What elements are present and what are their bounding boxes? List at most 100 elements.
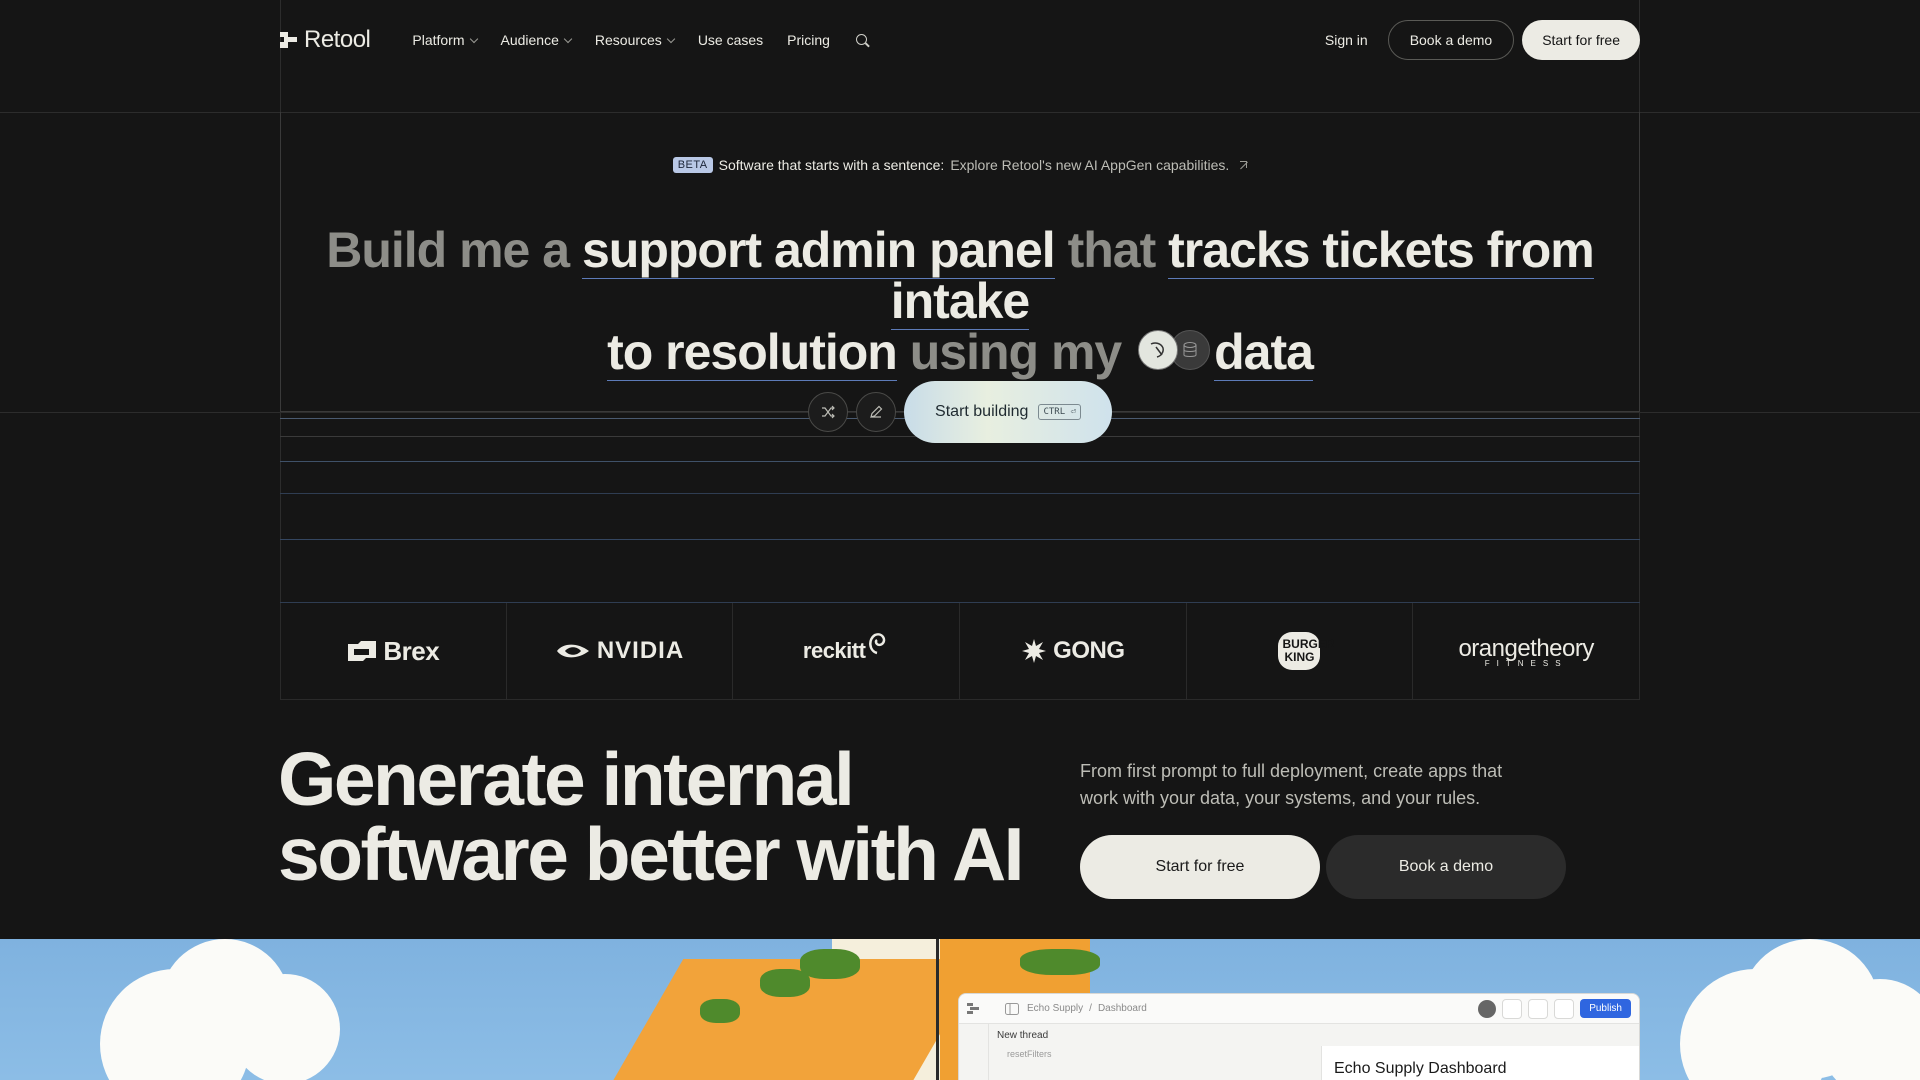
nav-pricing[interactable]: Pricing [787, 32, 830, 48]
publish-button[interactable]: Publish [1580, 999, 1631, 1018]
logo-brex: Brex [280, 603, 507, 699]
nav-resources[interactable]: Resources [594, 32, 676, 48]
headline-highlight[interactable]: support admin panel [581, 222, 1056, 279]
logo-reckitt: reckitt [733, 603, 960, 699]
section-subcopy: From first prompt to full deployment, cr… [1080, 761, 1503, 808]
retool-app-icon [967, 1002, 979, 1014]
cloud-shape [230, 974, 340, 1080]
foliage-shape [760, 969, 810, 997]
start-building-label: Start building [935, 403, 1029, 420]
logo-orangetheory: orangetheory FITNESS [1413, 603, 1640, 699]
search-icon[interactable] [855, 34, 870, 48]
thread-title: New thread [997, 1030, 1049, 1041]
start-free-button[interactable]: Start for free [1522, 20, 1640, 60]
chevron-down-icon [666, 34, 676, 43]
app-breadcrumb: Echo Supply / Dashboard [1027, 1003, 1147, 1014]
announcement-strong: Software that starts with a sentence: [718, 157, 945, 173]
section-title-line1: Generate internal [278, 737, 855, 821]
logo-burger-king: BURGER KING [1187, 603, 1414, 699]
announcement-bar[interactable]: BETA Software that starts with a sentenc… [0, 157, 1920, 173]
nav-platform[interactable]: Platform [412, 32, 478, 48]
start-building-button[interactable]: Start building CTRL ⏎ [904, 381, 1112, 443]
section-title-line2: software better with AI [278, 812, 1025, 896]
customer-logos: Brex NVIDIA reckitt GONG BURGER KING oran… [280, 602, 1640, 700]
postgres-icon [1138, 329, 1179, 370]
nav-audience-label: Audience [500, 32, 559, 48]
retool-logo[interactable]: Retool [280, 26, 371, 54]
announcement-link[interactable]: Explore Retool's new AI AppGen capabilit… [950, 157, 1229, 173]
data-source-icons[interactable] [1138, 329, 1211, 370]
headline-text: using my [896, 324, 1135, 380]
nvidia-wordmark: NVIDIA [596, 637, 685, 664]
headline-text: that [1054, 222, 1169, 278]
preview-button[interactable] [1554, 998, 1575, 1019]
section-title: Generate internal software better with A… [278, 742, 1025, 892]
section-ctas: Start for free Book a demo [1080, 835, 1566, 899]
burger-king-badge: BURGER KING [1278, 632, 1335, 670]
nav-use-cases-label: Use cases [697, 32, 764, 48]
nav-pricing-label: Pricing [787, 32, 830, 48]
orangetheory-wordmark: orangetheory [1458, 634, 1594, 662]
pencil-icon [870, 405, 883, 418]
app-toolbar-actions: Publish [1478, 998, 1631, 1019]
nav-use-cases[interactable]: Use cases [698, 32, 763, 48]
stripe-line [280, 493, 1640, 494]
bk-line1: BURGER [1282, 637, 1335, 651]
sign-in-link[interactable]: Sign in [1325, 32, 1368, 48]
dashboard-panel: Echo Supply Dashboard [1321, 1046, 1639, 1080]
headline-text: Build me a [326, 222, 582, 278]
app-preview: Echo Supply / Dashboard Publish New thre… [958, 993, 1640, 1080]
crumb-separator: / [1089, 1003, 1092, 1014]
avatar[interactable] [1478, 999, 1497, 1018]
foliage-shape [700, 999, 740, 1023]
chevron-down-icon [563, 34, 573, 43]
brex-wordmark: Brex [383, 635, 440, 666]
divider-line [936, 939, 939, 1080]
app-toolbar: Echo Supply / Dashboard Publish [959, 994, 1639, 1024]
builder-controls: Start building CTRL ⏎ [0, 381, 1920, 443]
nav-actions: Sign in Book a demo Start for free [1325, 20, 1640, 60]
more-button[interactable] [1502, 998, 1523, 1019]
logo-gong: GONG [960, 603, 1187, 699]
logo-text: Retool [304, 26, 371, 53]
app-sidebar [959, 1024, 989, 1080]
brex-icon [348, 641, 377, 661]
shuffle-button[interactable] [808, 392, 848, 432]
chevron-down-icon [469, 34, 478, 43]
logo-nvidia: NVIDIA [507, 603, 734, 699]
orangetheory-mark: orangetheory FITNESS [1458, 634, 1594, 668]
nav-links: Platform Audience Resources Use cases Pr… [412, 32, 870, 48]
thread-item[interactable]: resetFilters [1007, 1049, 1052, 1059]
hero-headline: Build me a support admin panel that trac… [280, 222, 1640, 381]
stripe-line [280, 539, 1640, 540]
reckitt-swirl-icon [869, 633, 886, 655]
crumb-app[interactable]: Echo Supply [1027, 1003, 1083, 1014]
start-free-cta[interactable]: Start for free [1080, 835, 1320, 899]
arrow-up-right-icon [1239, 161, 1248, 169]
foliage-shape [1020, 949, 1100, 975]
headline-highlight[interactable]: to resolution [607, 324, 898, 381]
reckitt-wordmark: reckitt [802, 638, 866, 663]
retool-logo-icon [280, 32, 297, 48]
sidebar-toggle-icon[interactable] [1005, 1002, 1019, 1015]
gong-burst-icon [1022, 639, 1047, 663]
nav-platform-label: Platform [412, 32, 465, 48]
top-nav: Retool Platform Audience Resources Use c… [280, 0, 1640, 80]
expand-button[interactable] [1528, 998, 1549, 1019]
bk-line2: KING [1284, 650, 1315, 664]
stripe-line [280, 461, 1640, 462]
crumb-page[interactable]: Dashboard [1098, 1003, 1147, 1014]
book-demo-cta[interactable]: Book a demo [1326, 835, 1566, 899]
edit-button[interactable] [856, 392, 896, 432]
headline-highlight[interactable]: data [1214, 324, 1314, 381]
nav-resources-label: Resources [594, 32, 662, 48]
dashboard-title: Echo Supply Dashboard [1334, 1060, 1507, 1077]
keyboard-shortcut: CTRL ⏎ [1038, 404, 1081, 420]
shuffle-icon [822, 405, 835, 419]
book-demo-button[interactable]: Book a demo [1387, 20, 1515, 60]
foliage-shape [800, 949, 860, 979]
nav-audience[interactable]: Audience [500, 32, 573, 48]
beta-badge: BETA [672, 157, 713, 173]
gong-wordmark: GONG [1053, 637, 1125, 664]
nvidia-eye-icon [556, 644, 589, 658]
